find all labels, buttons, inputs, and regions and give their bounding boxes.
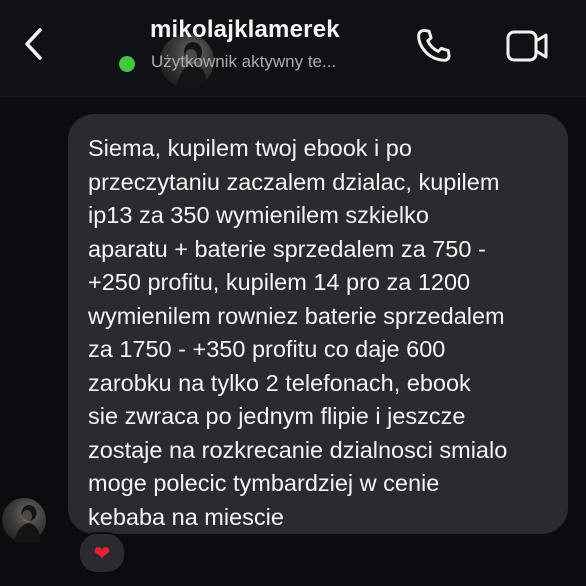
heart-icon: ❤ [93,542,111,565]
sender-avatar[interactable] [2,498,46,542]
activity-status: Użytkownik aktywny te... [151,52,337,71]
chat-header: mikolajklamerek Użytkownik aktywny te... [0,0,586,97]
heart-reaction[interactable]: ❤ [78,532,126,574]
video-call-button[interactable] [502,26,552,66]
contact-avatar[interactable] [80,17,214,88]
audio-call-button[interactable] [412,24,456,68]
video-camera-icon [506,30,548,62]
back-button[interactable] [18,24,52,64]
contact-username[interactable]: mikolajklamerek [150,16,340,44]
message-text: Siema, kupilem twoj ebook i po przeczyta… [88,135,508,530]
online-status-dot [116,53,138,75]
chevron-left-icon [25,28,42,60]
message-bubble[interactable]: Siema, kupilem twoj ebook i po przeczyta… [68,114,568,534]
phone-icon [417,28,451,62]
